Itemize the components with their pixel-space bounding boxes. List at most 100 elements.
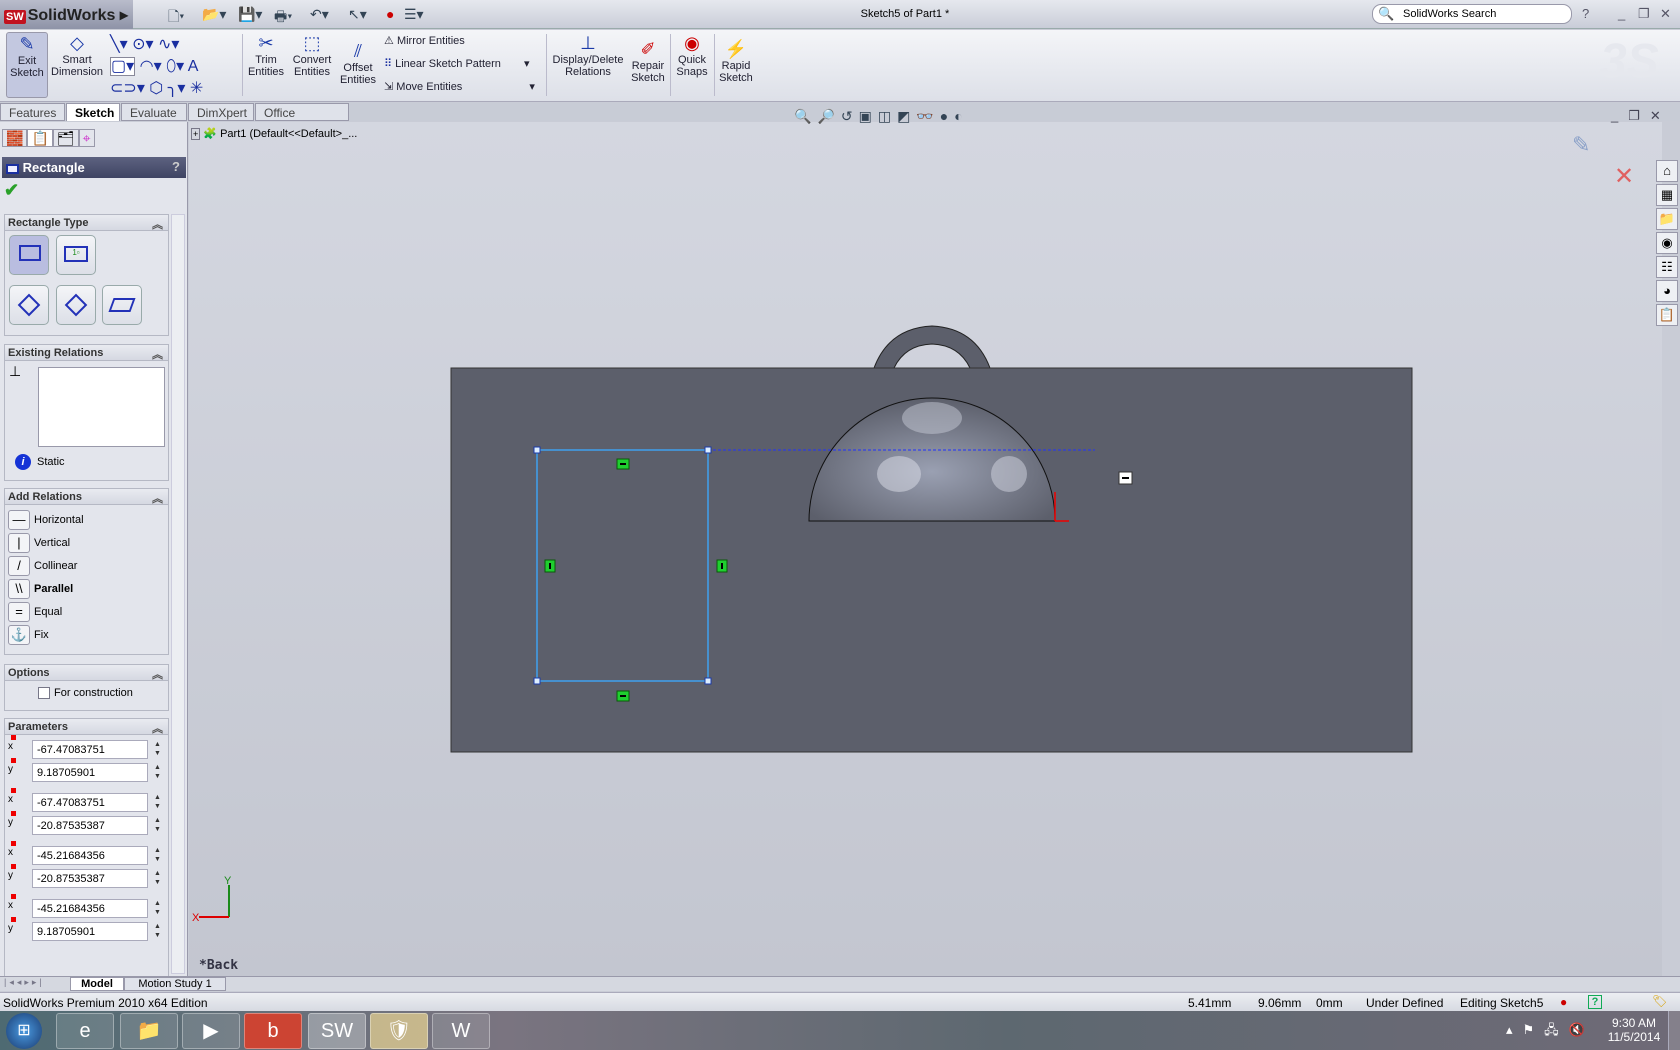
help-button[interactable]: ? (1582, 6, 1589, 21)
quick-snaps-button[interactable]: ◉ Quick Snaps (672, 32, 712, 78)
corner-point[interactable] (704, 446, 712, 454)
spinner[interactable]: ▲ ▼ (154, 793, 161, 811)
ellipse-icon[interactable]: ⬯▾ (166, 58, 184, 75)
linear-sketch-pattern-button[interactable]: ⠿ Linear Sketch Pattern ▾ (384, 57, 530, 70)
rectangle-type-header[interactable]: Rectangle Type ︽ (4, 214, 169, 231)
spinner[interactable]: ▲ ▼ (154, 846, 161, 864)
appearances-icon[interactable]: ◕ (1656, 280, 1678, 302)
minimize-button[interactable]: _ (1618, 6, 1625, 21)
spinner[interactable]: ▲ ▼ (154, 922, 161, 940)
parameter-y-input[interactable]: 9.18705901 (32, 763, 148, 782)
convert-entities-button[interactable]: ⬚ Convert Entities (290, 32, 334, 78)
graphics-area[interactable]: + 🧩 Part1 (Default<<Default>_... 🔍🔎↺▣◫◩👓… (189, 108, 1662, 977)
line-icon[interactable]: ╲▾ (110, 36, 128, 53)
tab-motion-study[interactable]: Motion Study 1 (124, 977, 226, 991)
corner-point[interactable] (704, 677, 712, 685)
corner-point[interactable] (533, 677, 541, 685)
close-button[interactable]: ✕ (1660, 6, 1671, 22)
design-library-icon[interactable]: ▦ (1656, 184, 1678, 206)
tab-evaluate[interactable]: Evaluate (121, 103, 187, 121)
relation-vertical[interactable]: | Vertical (8, 533, 158, 553)
relation-equal[interactable]: = Equal (8, 602, 158, 622)
tab-scroll-arrows[interactable]: |◂◂▸▸| (4, 977, 45, 988)
parameter-x-input[interactable]: -45.21684356 (32, 846, 148, 865)
clock[interactable]: 9:30 AM 11/5/2014 (1604, 1016, 1664, 1044)
tag-icon[interactable]: 🏷 (1652, 994, 1667, 1008)
parameters-header[interactable]: Parameters ︽ (4, 718, 169, 735)
spinner[interactable]: ▲ ▼ (154, 740, 161, 758)
for-construction-checkbox[interactable] (38, 687, 50, 699)
restore-button[interactable]: ❐ (1638, 6, 1650, 22)
security-shield-icon[interactable]: 🛡 (370, 1013, 428, 1049)
feature-tree-tab-icon[interactable]: 🧱 (2, 129, 28, 147)
quick-tips-icon[interactable]: ? (1588, 995, 1602, 1009)
parameter-y-input[interactable]: -20.87535387 (32, 816, 148, 835)
spinner[interactable]: ▲ ▼ (154, 763, 161, 781)
vp-minimize-icon[interactable]: _ (1611, 108, 1628, 123)
start-button[interactable]: ⊞ (6, 1013, 42, 1049)
existing-relations-header[interactable]: Existing Relations ︽ (4, 344, 169, 361)
tab-sketch[interactable]: Sketch (66, 103, 120, 121)
tab-office-products[interactable]: Office Products (255, 103, 349, 134)
custom-properties-icon[interactable]: 📋 (1656, 304, 1678, 326)
spinner[interactable]: ▲ ▼ (154, 899, 161, 917)
help-icon[interactable]: ? (172, 159, 180, 174)
parameter-x-input[interactable]: -45.21684356 (32, 899, 148, 918)
pm-scrollbar[interactable] (171, 214, 185, 974)
vp-close-icon[interactable]: ✕ (1650, 108, 1671, 123)
file-explorer-icon[interactable]: 📁 (1656, 208, 1678, 230)
add-relations-header[interactable]: Add Relations ︽ (4, 488, 169, 505)
parameter-y-input[interactable]: 9.18705901 (32, 922, 148, 941)
spline-icon[interactable]: ∿▾ (158, 36, 179, 53)
property-manager-tab-icon[interactable]: 📋 (27, 129, 53, 147)
view-palette-icon[interactable]: ◉ (1656, 232, 1678, 254)
arc-icon[interactable]: ◠▾ (140, 58, 162, 75)
internet-explorer-icon[interactable]: e (56, 1013, 114, 1049)
text-icon[interactable]: A (188, 58, 199, 75)
circle-icon[interactable]: ⊙▾ (132, 36, 153, 53)
relation-horizontal[interactable]: — Horizontal (8, 510, 158, 530)
exit-sketch-button[interactable]: ✎ Exit Sketch (6, 32, 48, 98)
ok-checkmark-button[interactable]: ✔ (4, 180, 19, 201)
search-input[interactable]: SolidWorks Search (1372, 4, 1572, 24)
offset-entities-button[interactable]: ⫽ Offset Entities (336, 40, 380, 86)
fillet-icon[interactable]: ╮▾ (168, 80, 186, 97)
search-results-icon[interactable]: ☷ (1656, 256, 1678, 278)
parallelogram-button[interactable] (102, 285, 142, 325)
trim-entities-button[interactable]: ✂ Trim Entities (244, 32, 288, 78)
solidworks-taskbar-icon[interactable]: SW (308, 1013, 366, 1049)
tab-model[interactable]: Model (70, 977, 124, 991)
options-header[interactable]: Options ︽ (4, 664, 169, 681)
configuration-tab-icon[interactable]: 🗂 (52, 129, 79, 147)
dimxpert-tab-icon[interactable]: ⌖ (78, 129, 95, 147)
rebuild-status-icon[interactable]: ● (1560, 995, 1567, 1009)
sketch-canvas[interactable]: Y X *Back (189, 122, 1662, 977)
spinner[interactable]: ▲ ▼ (154, 816, 161, 834)
3-point-center-rectangle-button[interactable] (56, 285, 96, 325)
explorer-icon[interactable]: 📁 (120, 1013, 178, 1049)
move-entities-button[interactable]: ⇲ Move Entities ▾ (384, 80, 535, 93)
show-desktop-button[interactable] (1668, 1011, 1680, 1050)
slot-icon[interactable]: ⊂⊃▾ (110, 80, 145, 97)
parameter-x-input[interactable]: -67.47083751 (32, 740, 148, 759)
corner-point[interactable] (533, 446, 541, 454)
relation-parallel[interactable]: \\ Parallel (8, 579, 158, 599)
polygon-icon[interactable]: ⬡ (149, 80, 163, 97)
media-player-icon[interactable]: ▶ (182, 1013, 240, 1049)
mirror-entities-button[interactable]: ⚠ Mirror Entities (384, 34, 465, 47)
vp-restore-icon[interactable]: ❐ (1628, 108, 1650, 123)
tab-features[interactable]: Features (0, 103, 65, 121)
rapid-sketch-button[interactable]: ⚡ Rapid Sketch (716, 38, 756, 84)
existing-relations-list[interactable] (38, 367, 165, 447)
spinner[interactable]: ▲ ▼ (154, 869, 161, 887)
display-delete-relations-button[interactable]: ⊥ Display/Delete Relations (550, 32, 626, 78)
parameter-y-input[interactable]: -20.87535387 (32, 869, 148, 888)
home-icon[interactable]: ⌂ (1656, 160, 1678, 182)
app-b-icon[interactable]: b (244, 1013, 302, 1049)
tray-icons[interactable]: ▴⚑🖧🔇 (1506, 1021, 1595, 1043)
corner-rectangle-button[interactable] (9, 235, 49, 275)
parameter-x-input[interactable]: -67.47083751 (32, 793, 148, 812)
smart-dimension-button[interactable]: ◇ Smart Dimension (50, 32, 104, 78)
repair-sketch-button[interactable]: ✐ Repair Sketch (628, 38, 668, 84)
point-icon[interactable]: ✳ (190, 80, 203, 97)
